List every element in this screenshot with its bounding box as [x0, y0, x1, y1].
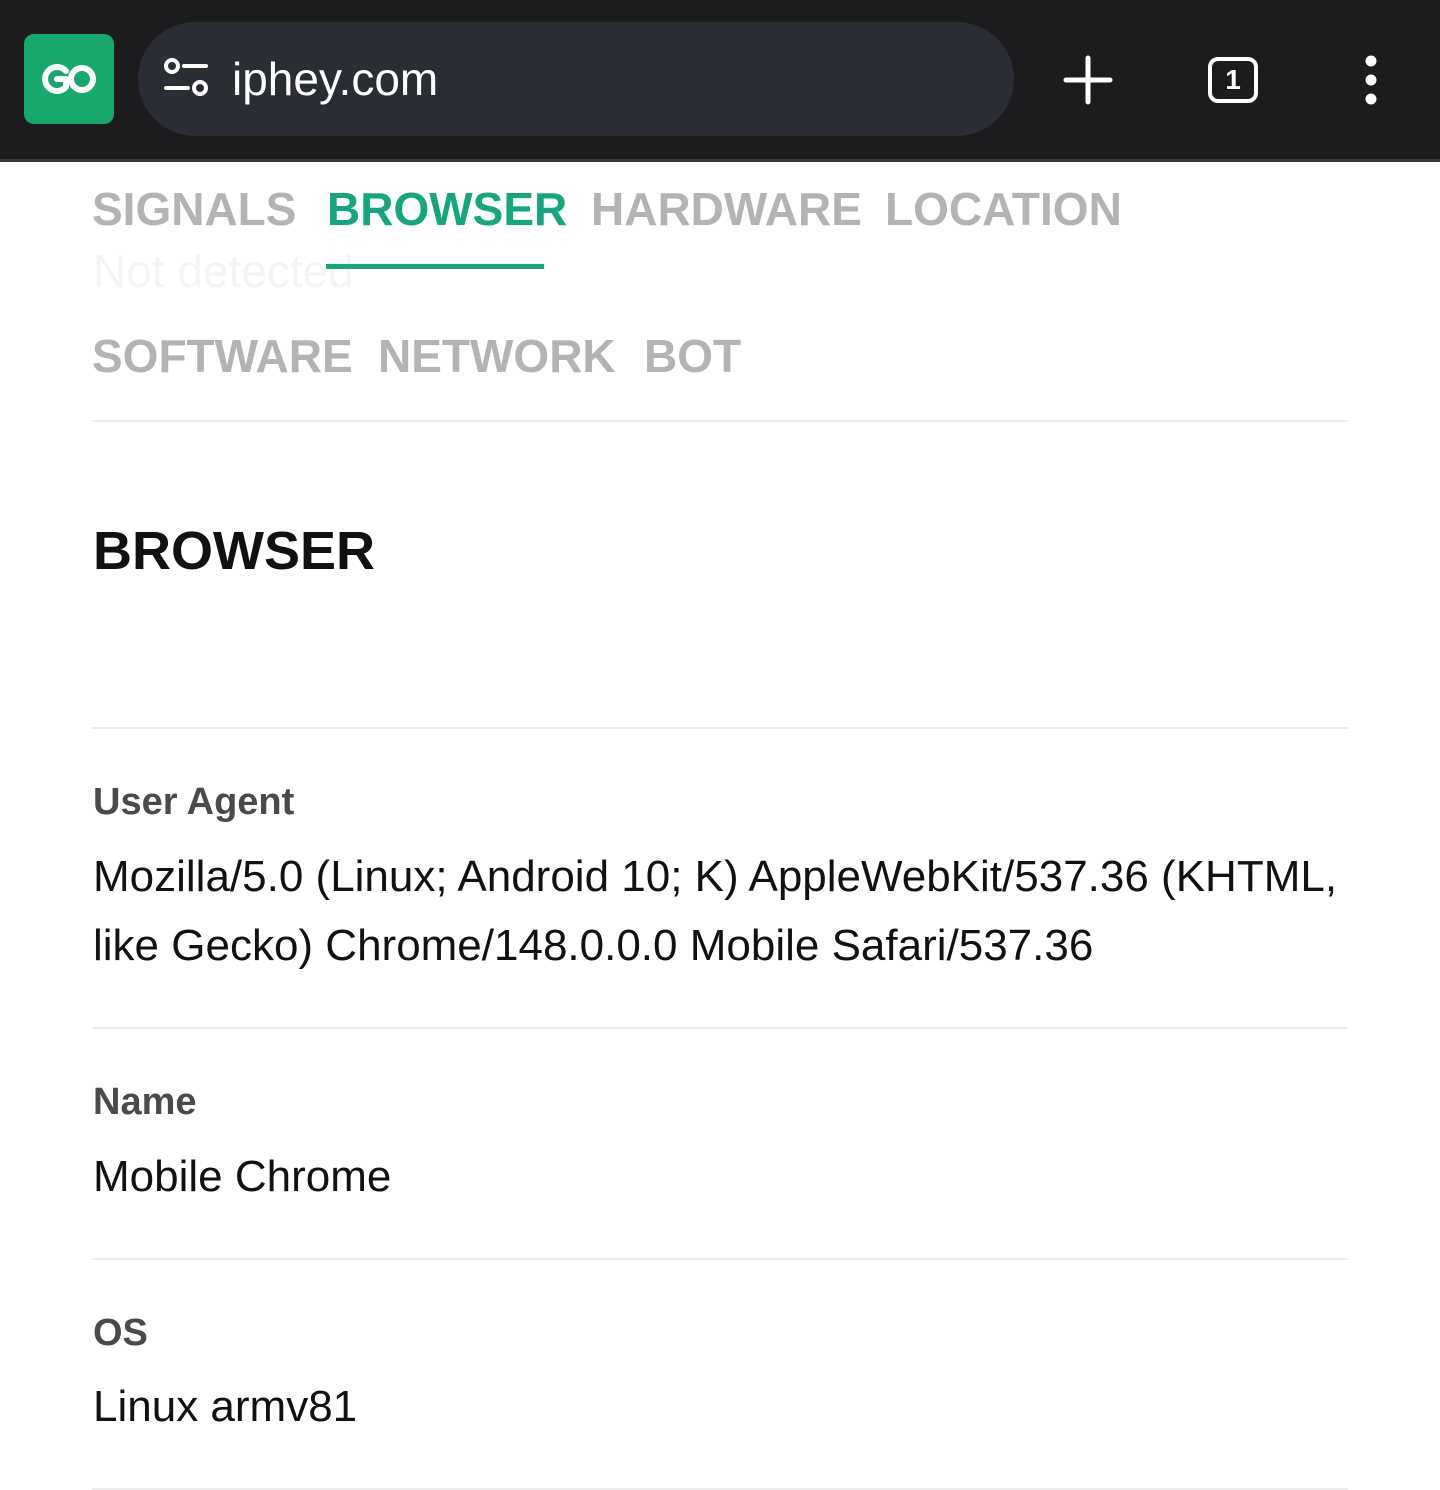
tab-network[interactable]: NETWORK — [378, 329, 616, 383]
name-label: Name — [93, 1081, 197, 1123]
active-tab-indicator — [326, 264, 544, 269]
url-text[interactable]: iphey.com — [232, 52, 438, 106]
faded-status-text: Not detected — [93, 245, 354, 297]
tab-location[interactable]: LOCATION — [885, 182, 1122, 236]
field-divider — [92, 1027, 1348, 1029]
menu-button[interactable] — [1343, 52, 1399, 108]
tab-signals[interactable]: SIGNALS — [92, 182, 296, 236]
extension-logo-icon — [42, 64, 96, 94]
tab-switcher-button[interactable]: 1 — [1205, 52, 1261, 108]
field-divider — [92, 1258, 1348, 1260]
plus-icon — [1063, 55, 1113, 105]
tab-bot[interactable]: BOT — [644, 329, 741, 383]
name-value: Mobile Chrome — [93, 1152, 392, 1201]
site-settings-icon[interactable] — [162, 58, 210, 98]
extension-button[interactable] — [24, 34, 114, 124]
tab-count-badge: 1 — [1208, 57, 1258, 103]
os-label: OS — [93, 1312, 148, 1354]
section-title: BROWSER — [93, 521, 375, 581]
tab-hardware[interactable]: HARDWARE — [591, 182, 862, 236]
section-divider — [92, 727, 1348, 729]
tab-browser[interactable]: BROWSER — [327, 182, 567, 236]
os-value: Linux armv81 — [93, 1382, 358, 1431]
address-bar[interactable]: iphey.com — [138, 22, 1014, 136]
browser-toolbar: iphey.com 1 — [0, 0, 1440, 162]
new-tab-button[interactable] — [1060, 52, 1116, 108]
tab-software[interactable]: SOFTWARE — [92, 329, 353, 383]
user-agent-label: User Agent — [93, 781, 295, 823]
nav-divider — [92, 420, 1348, 422]
user-agent-value: Mozilla/5.0 (Linux; Android 10; K) Apple… — [93, 852, 1338, 970]
more-vert-icon — [1365, 55, 1377, 105]
